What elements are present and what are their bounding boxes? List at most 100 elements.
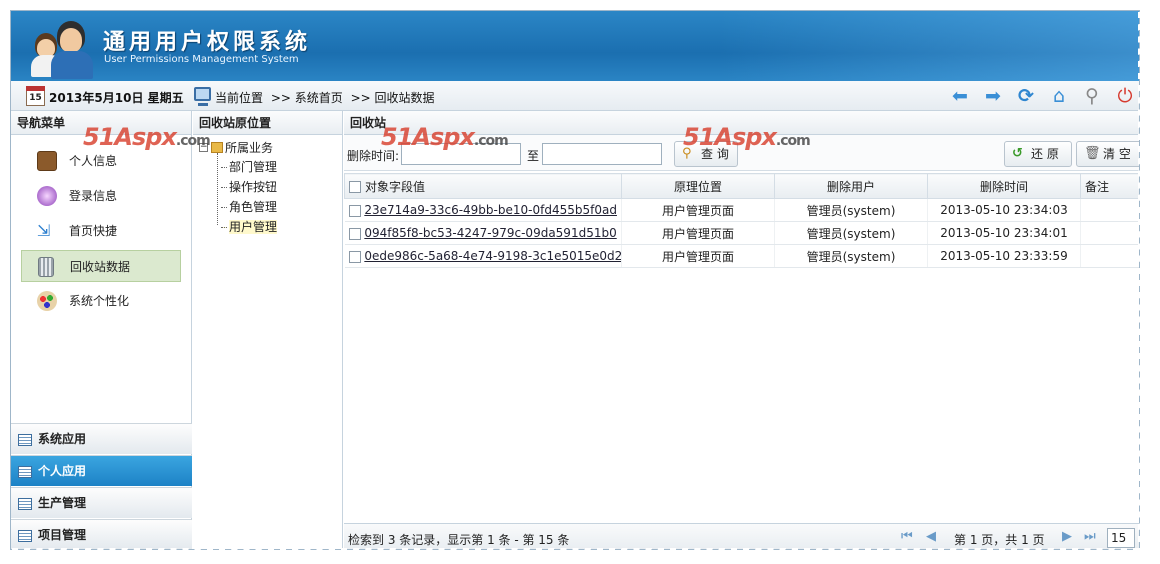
shortcut-arrows-icon: ⇲ [37, 221, 51, 240]
palette-icon [37, 291, 57, 311]
panel-icon [18, 498, 32, 510]
column-header-user[interactable]: 删除用户 [774, 173, 928, 199]
app-title: 通用用户权限系统 [103, 29, 312, 55]
restore-button[interactable]: ↺ 还 原 [1004, 141, 1072, 167]
pagination-bar: 检索到 3 条记录，显示第 1 条 - 第 15 条 ⏮ ◀ 第 1 页，共 1… [344, 523, 1139, 549]
breadcrumb-home[interactable]: >> 系统首页 [271, 91, 343, 105]
breadcrumb-current: >> 回收站数据 [350, 91, 435, 105]
home-icon[interactable]: ⌂ [1048, 85, 1070, 107]
computer-icon [194, 87, 211, 106]
tree-node-buttons[interactable]: 操作按钮 [197, 177, 342, 197]
column-header-note[interactable]: 备注 [1080, 173, 1139, 199]
app-header: 通用用户权限系统 User Permissions Management Sys… [11, 11, 1139, 81]
panel-icon [18, 466, 32, 478]
lightbulb-icon [37, 186, 57, 206]
cell-user: 管理员(system) [774, 198, 928, 222]
cell-location: 用户管理页面 [621, 198, 775, 222]
row-checkbox[interactable] [348, 227, 361, 240]
watermark-logo: 51Aspx.com [683, 123, 811, 151]
nav-item-label: 首页快捷 [69, 224, 118, 238]
nav-item-label: 登录信息 [69, 189, 118, 203]
accordion-production[interactable]: 生产管理 [11, 487, 192, 518]
cell-note [1080, 198, 1139, 222]
tree-root[interactable]: − 所属业务 [197, 139, 342, 157]
back-arrow-icon[interactable]: ⬅ [949, 85, 971, 107]
app-window: 通用用户权限系统 User Permissions Management Sys… [10, 10, 1140, 550]
accordion-projects[interactable]: 项目管理 [11, 519, 192, 549]
record-link[interactable]: 23e714a9-33c6-49bb-be10-0fd455b5f0ad [364, 203, 617, 217]
breadcrumb: 当前位置 >> 系统首页 >> 回收站数据 [215, 89, 439, 106]
nav-item-login-info[interactable]: 登录信息 [21, 180, 181, 212]
cell-note [1080, 221, 1139, 245]
next-page-icon[interactable]: ▶ [1062, 529, 1072, 544]
accordion-personal-apps[interactable]: 个人应用 [11, 455, 192, 486]
watermark-logo: 51Aspx.com [381, 123, 509, 151]
clear-button[interactable]: 🗑 清 空 [1076, 141, 1139, 167]
record-link[interactable]: 0ede986c-5a68-4e74-9198-3c1e5015e0d2 [364, 249, 620, 263]
current-date: 2013年5月10日 星期五 [49, 91, 184, 105]
prev-page-icon[interactable]: ◀ [926, 529, 936, 544]
select-all-checkbox[interactable] [349, 181, 361, 193]
briefcase-icon [37, 151, 57, 171]
search-icon[interactable]: ⚲ [1081, 85, 1103, 107]
column-header-time[interactable]: 删除时间 [927, 173, 1081, 199]
nav-item-recycle-bin[interactable]: 回收站数据 [21, 250, 181, 282]
recycle-bin-panel: 回收站 删除时间: 至 ⚲ 查 询 ↺ 还 原 🗑 清 空 对象字段值 原理位置… [344, 111, 1139, 549]
panel-icon [18, 530, 32, 542]
watermark-logo: 51Aspx.com [83, 123, 211, 151]
cell-time: 2013-05-10 23:34:01 [927, 221, 1081, 245]
nav-item-label: 系统个性化 [69, 294, 130, 308]
cell-user: 管理员(system) [774, 221, 928, 245]
nav-item-label: 个人信息 [69, 154, 118, 168]
table-row[interactable]: 23e714a9-33c6-49bb-be10-0fd455b5f0ad 用户管… [344, 198, 1139, 222]
refresh-icon[interactable]: ⟳ [1015, 85, 1037, 107]
trash-icon: 🗑 [1084, 146, 1101, 161]
breadcrumb-label: 当前位置 [215, 91, 264, 105]
tree-title: 回收站原位置 [193, 111, 342, 135]
pager-summary: 检索到 3 条记录，显示第 1 条 - 第 15 条 [348, 533, 570, 547]
last-page-icon[interactable]: ⏭ [1084, 529, 1096, 544]
cell-location: 用户管理页面 [621, 244, 775, 268]
torn-edge [1138, 0, 1160, 564]
nav-panel: 导航菜单 个人信息 登录信息 ⇲ 首页快捷 回收站数据 系统个性化 系统应用 个… [11, 111, 192, 549]
calendar-icon: 15 [26, 86, 45, 106]
torn-edge [0, 548, 1160, 564]
cell-time: 2013-05-10 23:33:59 [927, 244, 1081, 268]
forward-arrow-icon[interactable]: ➡ [982, 85, 1004, 107]
to-label: 至 [527, 149, 540, 163]
nav-item-label: 回收站数据 [70, 260, 131, 274]
nav-item-personalize[interactable]: 系统个性化 [21, 285, 181, 317]
page-size-select[interactable]: 15 [1107, 528, 1135, 548]
origin-tree-panel: 回收站原位置 − 所属业务 部门管理 操作按钮 角色管理 用户管理 [193, 111, 343, 549]
row-checkbox[interactable] [348, 250, 361, 263]
power-icon[interactable]: ⏻ [1114, 85, 1136, 107]
tree-node-users[interactable]: 用户管理 [197, 217, 342, 237]
trash-bin-icon [38, 257, 54, 277]
users-logo-icon [31, 19, 103, 79]
column-header-value[interactable]: 对象字段值 [344, 173, 622, 199]
recycle-table: 对象字段值 原理位置 删除用户 删除时间 备注 23e714a9-33c6-49… [344, 173, 1139, 268]
app-subtitle: User Permissions Management System [104, 54, 299, 65]
top-toolbar: 15 2013年5月10日 星期五 当前位置 >> 系统首页 >> 回收站数据 … [11, 81, 1139, 111]
cell-note [1080, 244, 1139, 268]
panel-icon [18, 434, 32, 446]
table-row[interactable]: 0ede986c-5a68-4e74-9198-3c1e5015e0d2 用户管… [344, 244, 1139, 268]
table-row[interactable]: 094f85f8-bc53-4247-979c-09da591d51b0 用户管… [344, 221, 1139, 245]
pager-page-info: 第 1 页，共 1 页 [954, 533, 1045, 547]
tree-node-department[interactable]: 部门管理 [197, 157, 342, 177]
record-link[interactable]: 094f85f8-bc53-4247-979c-09da591d51b0 [364, 226, 616, 240]
cell-time: 2013-05-10 23:34:03 [927, 198, 1081, 222]
folder-icon [211, 142, 223, 153]
end-date-input[interactable] [542, 143, 662, 165]
first-page-icon[interactable]: ⏮ [901, 529, 913, 544]
accordion-system-apps[interactable]: 系统应用 [11, 423, 192, 454]
table-header-row: 对象字段值 原理位置 删除用户 删除时间 备注 [344, 173, 1139, 199]
column-header-location[interactable]: 原理位置 [621, 173, 775, 199]
row-checkbox[interactable] [348, 204, 361, 217]
restore-icon: ↺ [1012, 146, 1023, 161]
cell-location: 用户管理页面 [621, 221, 775, 245]
cell-user: 管理员(system) [774, 244, 928, 268]
tree-node-roles[interactable]: 角色管理 [197, 197, 342, 217]
toolbar-icons: ⬅ ➡ ⟳ ⌂ ⚲ ⏻ [949, 85, 1139, 107]
nav-item-home-shortcut[interactable]: ⇲ 首页快捷 [21, 215, 181, 247]
